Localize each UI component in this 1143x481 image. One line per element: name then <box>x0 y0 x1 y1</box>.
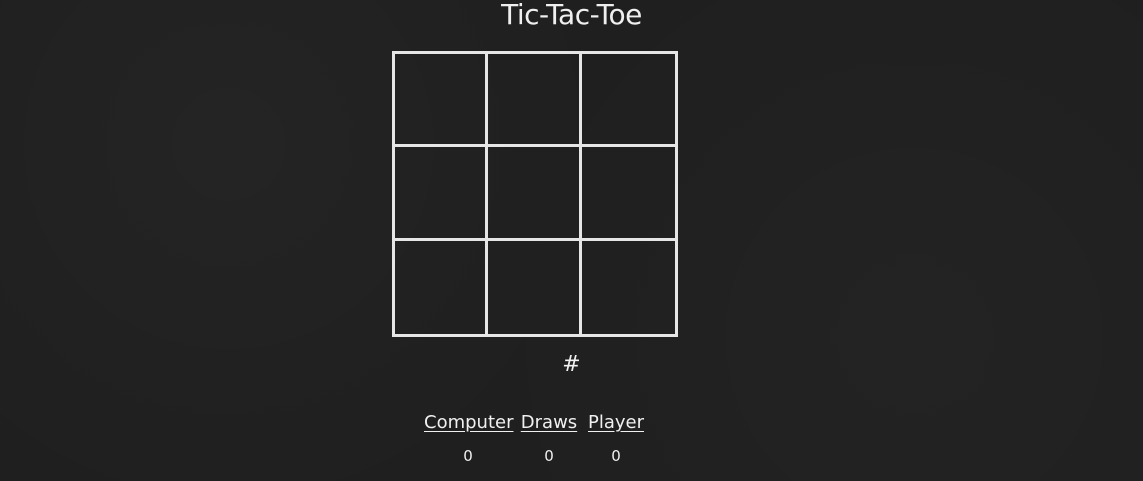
board-cell-1[interactable] <box>395 54 489 148</box>
board-cell-5[interactable] <box>488 147 582 241</box>
score-header-draws: Draws <box>520 412 578 433</box>
board-cell-3[interactable] <box>581 54 675 148</box>
board-cell-4[interactable] <box>395 147 489 241</box>
score-header-computer: Computer <box>424 412 514 433</box>
board-cell-8[interactable] <box>488 240 582 334</box>
board-cell-7[interactable] <box>395 240 489 334</box>
game-container: Tic-Tac-Toe # Computer Draws Player 0 0 … <box>0 0 1143 481</box>
board-cell-9[interactable] <box>582 241 675 334</box>
board-cell-2[interactable] <box>488 54 582 148</box>
turn-indicator: # <box>562 352 581 377</box>
board-cell-6[interactable] <box>581 147 675 241</box>
score-header-player: Player <box>587 412 644 433</box>
score-value-draws: 0 <box>544 447 554 465</box>
tic-tac-toe-board <box>392 51 678 337</box>
score-value-player: 0 <box>611 447 621 465</box>
game-title: Tic-Tac-Toe <box>501 0 642 31</box>
score-value-computer: 0 <box>463 447 473 465</box>
